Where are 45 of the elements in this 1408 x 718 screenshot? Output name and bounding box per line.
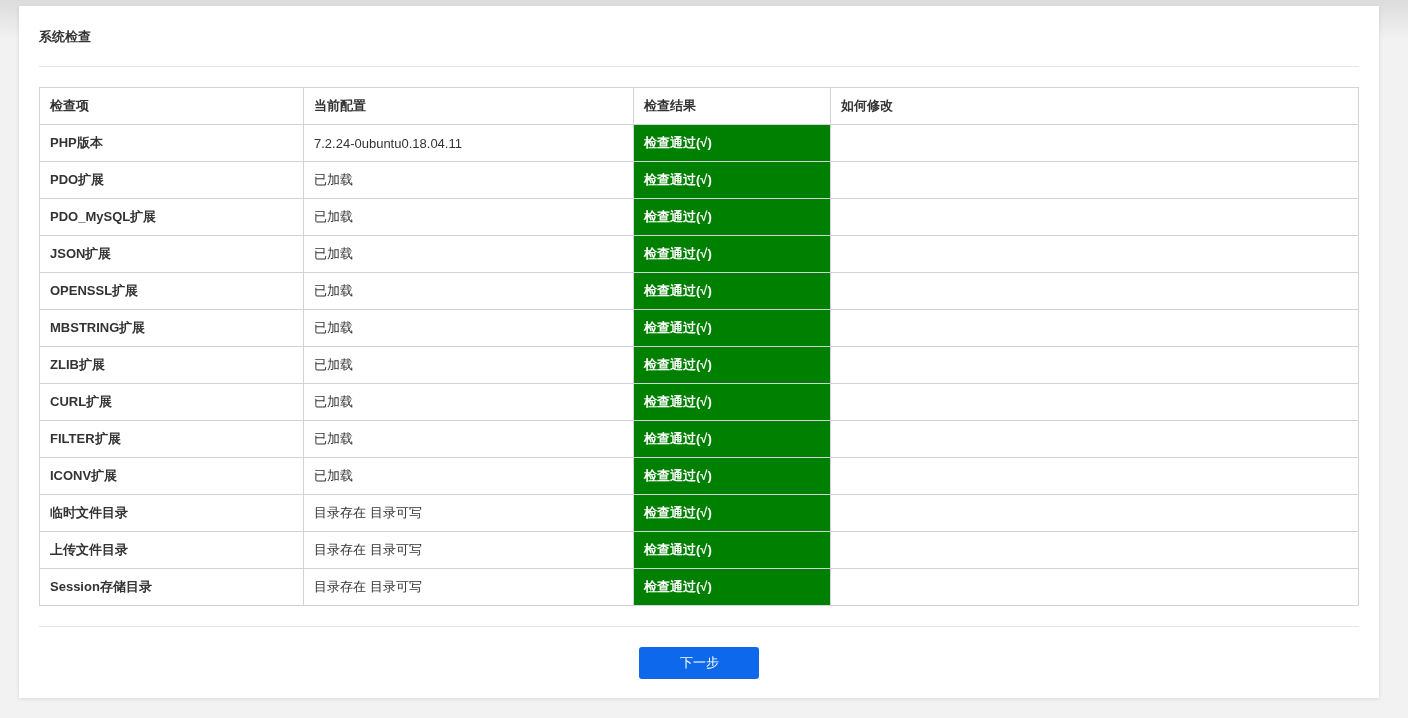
table-cell: PDO扩展 — [39, 161, 304, 199]
table-cell: 已加载 — [303, 309, 634, 347]
column-header: 检查结果 — [633, 87, 831, 125]
result-cell: 检查通过(√) — [633, 272, 831, 310]
result-cell: 检查通过(√) — [633, 457, 831, 495]
result-cell: 检查通过(√) — [633, 161, 831, 199]
table-cell: 已加载 — [303, 198, 634, 236]
table-cell: 已加载 — [303, 420, 634, 458]
result-cell: 检查通过(√) — [633, 198, 831, 236]
table-cell: PDO_MySQL扩展 — [39, 198, 304, 236]
column-header: 检查项 — [39, 87, 304, 125]
table-cell: 已加载 — [303, 272, 634, 310]
result-cell: 检查通过(√) — [633, 346, 831, 384]
result-cell: 检查通过(√) — [633, 531, 831, 569]
result-cell: 检查通过(√) — [633, 420, 831, 458]
table-cell: 已加载 — [303, 235, 634, 273]
table-cell: 已加载 — [303, 457, 634, 495]
table-cell: 临时文件目录 — [39, 494, 304, 532]
result-cell: 检查通过(√) — [633, 383, 831, 421]
table-cell: 目录存在 目录可写 — [303, 568, 634, 606]
table-cell: FILTER扩展 — [39, 420, 304, 458]
result-cell: 检查通过(√) — [633, 494, 831, 532]
column-header: 当前配置 — [303, 87, 634, 125]
table-cell: 已加载 — [303, 346, 634, 384]
section-title: 系统检查 — [39, 6, 1359, 67]
table-cell: CURL扩展 — [39, 383, 304, 421]
table-cell: ICONV扩展 — [39, 457, 304, 495]
result-cell: 检查通过(√) — [633, 568, 831, 606]
table-cell: 目录存在 目录可写 — [303, 531, 634, 569]
result-cell: 检查通过(√) — [633, 309, 831, 347]
table-cell: JSON扩展 — [39, 235, 304, 273]
table-cell: 已加载 — [303, 383, 634, 421]
table-cell: 7.2.24-0ubuntu0.18.04.11 — [303, 124, 634, 162]
table-cell: PHP版本 — [39, 124, 304, 162]
table-cell: 已加载 — [303, 161, 634, 199]
table-cell: Session存储目录 — [39, 568, 304, 606]
table-cell: 上传文件目录 — [39, 531, 304, 569]
column-header: 如何修改 — [830, 87, 1359, 125]
table-cell: MBSTRING扩展 — [39, 309, 304, 347]
table-cell: 目录存在 目录可写 — [303, 494, 634, 532]
table-cell: ZLIB扩展 — [39, 346, 304, 384]
result-cell: 检查通过(√) — [633, 235, 831, 273]
result-cell: 检查通过(√) — [633, 124, 831, 162]
next-button[interactable]: 下一步 — [639, 647, 759, 679]
table-cell: OPENSSL扩展 — [39, 272, 304, 310]
